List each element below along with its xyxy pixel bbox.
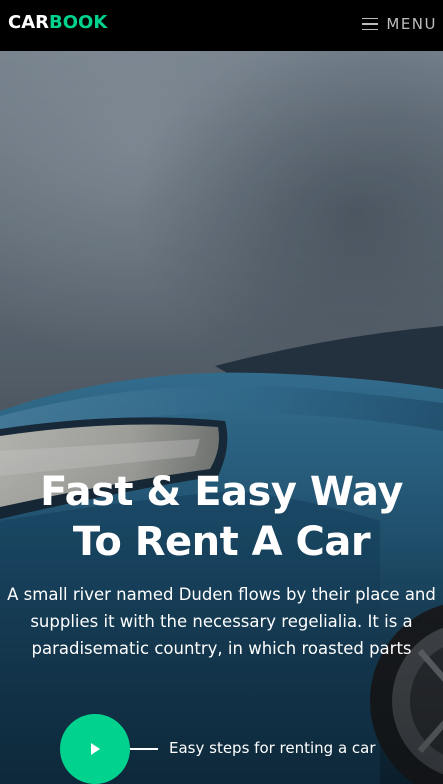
- brand-logo-part2: BOOK: [49, 12, 108, 33]
- brand-logo-part1: CAR: [8, 12, 50, 33]
- brand-logo[interactable]: CARBOOK: [8, 12, 107, 34]
- page: CARBOOK MENU Fast & Easy Way To Rent A C…: [0, 0, 443, 784]
- hero-section: Fast & Easy Way To Rent A Car A small ri…: [0, 51, 443, 784]
- hero-title-line-2: To Rent A Car: [72, 519, 371, 565]
- hero-background-image: [0, 51, 443, 784]
- menu-label: MENU: [386, 15, 437, 33]
- play-button[interactable]: [60, 714, 130, 784]
- navbar: CARBOOK MENU: [0, 0, 443, 51]
- hero-description: A small river named Duden flows by their…: [7, 585, 436, 658]
- menu-toggle-button[interactable]: MENU: [362, 13, 437, 35]
- play-divider-line: [130, 748, 158, 750]
- hero-title-line-1: Fast & Easy Way: [40, 469, 403, 515]
- hero-text: Fast & Easy Way To Rent A Car A small ri…: [0, 467, 443, 662]
- hamburger-icon: [362, 17, 379, 31]
- play-caption[interactable]: Easy steps for renting a car: [169, 738, 376, 758]
- hero-title: Fast & Easy Way To Rent A Car: [12, 467, 432, 567]
- play-icon: [91, 743, 100, 755]
